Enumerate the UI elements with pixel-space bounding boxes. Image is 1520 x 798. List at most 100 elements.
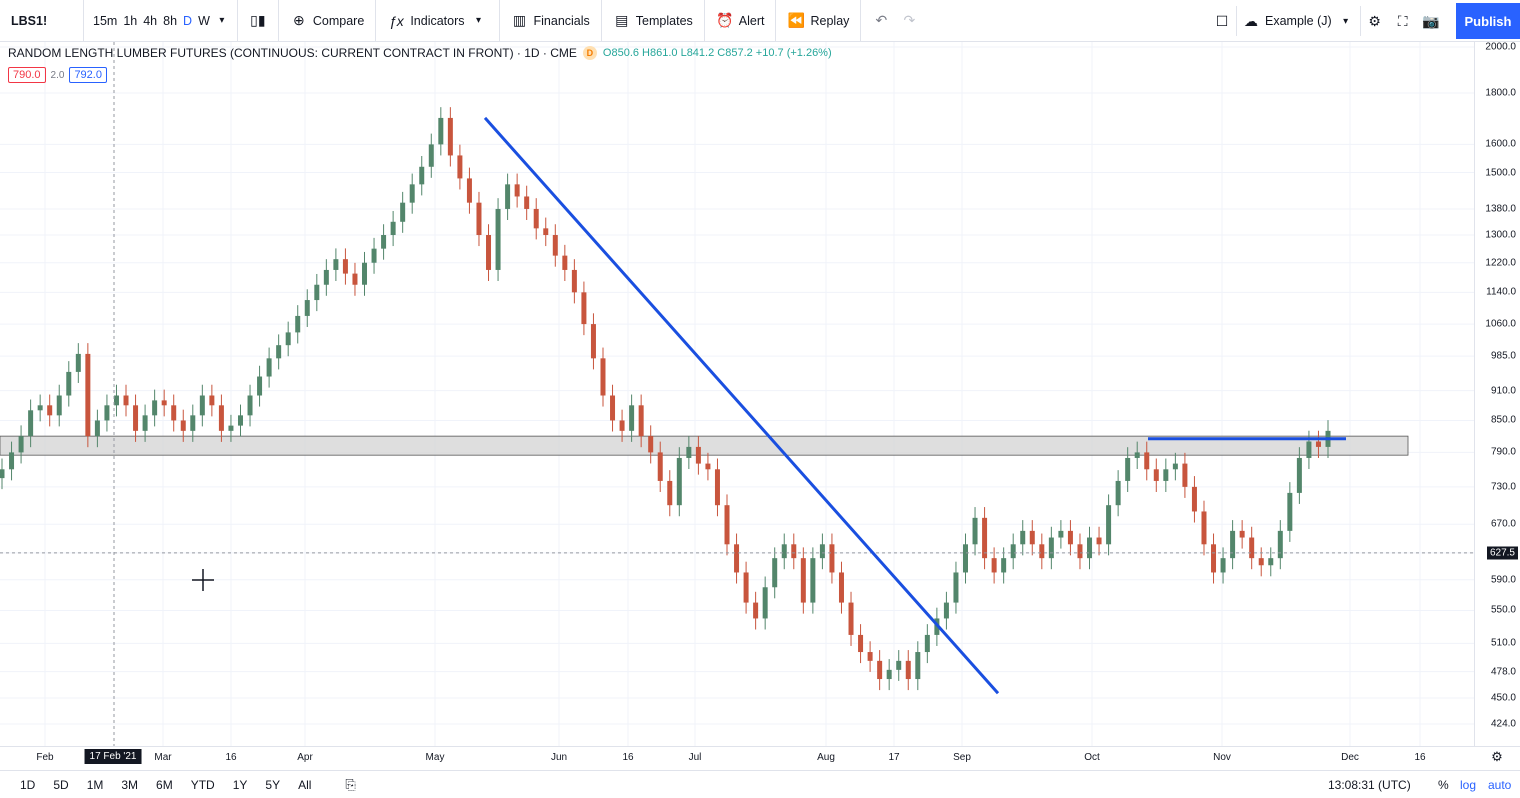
candle: [180, 420, 186, 431]
clock-time[interactable]: 13:08:31 (UTC): [1328, 778, 1411, 792]
candle: [1201, 511, 1207, 545]
candle: [419, 166, 425, 185]
price-axis[interactable]: 2000.0 1800.0 1600.0 1500.0 1380.0 1300.0 1220…: [1474, 42, 1520, 746]
candle: [953, 572, 959, 603]
price-label: 2000.0: [1485, 41, 1516, 53]
candle: [37, 405, 43, 411]
snapshot-button[interactable]: 📷: [1417, 6, 1445, 36]
candle: [447, 117, 453, 156]
price-label: 1140.0: [1486, 286, 1516, 298]
candle: [848, 602, 854, 635]
financials-button[interactable]: ▥ Financials: [506, 6, 595, 36]
candle: [695, 446, 701, 464]
candle: [257, 376, 263, 396]
candle: [972, 517, 978, 545]
bid-ask-badges: 790.0 2.0 792.0: [8, 67, 107, 83]
range-1y[interactable]: 1Y: [229, 778, 252, 792]
time-axis[interactable]: ⚙ Feb Mar 16 Apr May Jun 16 Jul Aug 17 Sep Oct Nov De…: [0, 746, 1520, 768]
range-1d[interactable]: 1D: [16, 778, 39, 792]
candle: [190, 415, 196, 431]
candle: [85, 353, 91, 437]
publish-button[interactable]: Publish: [1456, 3, 1520, 39]
range-6m[interactable]: 6M: [152, 778, 177, 792]
range-5d[interactable]: 5D: [49, 778, 72, 792]
candle: [667, 480, 673, 506]
interval-D[interactable]: D: [180, 6, 195, 36]
candle: [18, 436, 24, 453]
alert-button[interactable]: ⏰ Alert: [711, 6, 770, 36]
candle: [533, 208, 539, 229]
candle: [1296, 457, 1302, 493]
compare-button[interactable]: ⊕ Compare: [285, 6, 369, 36]
candle: [743, 572, 749, 603]
indicators-button[interactable]: ƒx Indicators ▾: [382, 6, 492, 36]
candle: [991, 558, 997, 573]
candle: [648, 436, 654, 453]
candle: [1306, 441, 1312, 458]
redo-button[interactable]: ↷: [895, 6, 923, 36]
range-all[interactable]: All: [294, 778, 315, 792]
candle: [714, 469, 720, 506]
price-label: 510.0: [1490, 637, 1516, 649]
trendline[interactable]: [483, 116, 1000, 695]
candle: [1144, 452, 1150, 470]
candle: [199, 395, 205, 416]
percent-toggle[interactable]: %: [1438, 778, 1449, 792]
candle: [171, 405, 177, 421]
range-5y[interactable]: 5Y: [261, 778, 284, 792]
chevron-down-icon: ▾: [1343, 15, 1349, 27]
candle: [400, 202, 406, 222]
price-label: 730.0: [1490, 481, 1516, 493]
replay-label: Replay: [810, 13, 850, 28]
candle: [1029, 530, 1035, 545]
interval-8h[interactable]: 8h: [160, 6, 180, 36]
fullscreen-button[interactable]: ⛶: [1389, 6, 1417, 36]
candle: [113, 395, 119, 406]
templates-button[interactable]: ▤ Templates: [608, 6, 698, 36]
undo-button[interactable]: ↶: [867, 6, 895, 36]
auto-toggle[interactable]: auto: [1488, 778, 1511, 792]
bid-badge[interactable]: 790.0: [8, 67, 46, 83]
interval-15m[interactable]: 15m: [90, 6, 120, 36]
candle: [581, 292, 587, 325]
time-label: Oct: [1084, 752, 1100, 763]
candle: [772, 558, 778, 588]
price-label: 910.0: [1490, 385, 1516, 397]
layout-name: Example (J): [1265, 14, 1332, 28]
chevron-down-icon[interactable]: ▾: [213, 12, 231, 30]
candle: [753, 602, 759, 619]
log-toggle[interactable]: log: [1460, 778, 1476, 792]
candle: [1058, 530, 1064, 538]
price-label: 850.0: [1490, 414, 1516, 426]
date-range-icon[interactable]: ⎘: [345, 777, 355, 793]
time-label: 16: [1414, 752, 1426, 763]
candle: [1191, 486, 1197, 512]
range-1m[interactable]: 1M: [83, 778, 108, 792]
chart-type-button[interactable]: ▯▮: [244, 6, 272, 36]
candle: [1258, 558, 1264, 566]
interval-W[interactable]: W: [195, 6, 213, 36]
candle: [562, 255, 568, 270]
replay-button[interactable]: ⏪ Replay: [782, 6, 854, 36]
candle: [304, 300, 310, 316]
range-ytd[interactable]: YTD: [187, 778, 219, 792]
settings-icon[interactable]: ⚙: [1491, 749, 1503, 765]
candle: [982, 517, 988, 559]
candlestick-chart[interactable]: [0, 42, 1474, 746]
candle: [962, 544, 968, 573]
range-3m[interactable]: 3M: [117, 778, 142, 792]
layout-menu-button[interactable]: ☁ Example (J) ▾: [1236, 6, 1361, 36]
candle: [600, 358, 606, 396]
cloud-icon: ☁: [1244, 12, 1258, 29]
chart-pane[interactable]: [0, 42, 1474, 746]
interval-1h[interactable]: 1h: [120, 6, 140, 36]
symbol-title[interactable]: RANDOM LENGTH LUMBER FUTURES (CONTINUOUS…: [8, 46, 577, 60]
symbol-search[interactable]: LBS1!: [6, 6, 52, 36]
candle: [428, 144, 434, 167]
candle: [228, 425, 234, 431]
settings-button[interactable]: ⚙: [1361, 6, 1389, 36]
ask-badge[interactable]: 792.0: [69, 67, 107, 83]
select-layout-button[interactable]: ☐: [1208, 6, 1236, 36]
interval-4h[interactable]: 4h: [140, 6, 160, 36]
candle: [56, 395, 62, 416]
